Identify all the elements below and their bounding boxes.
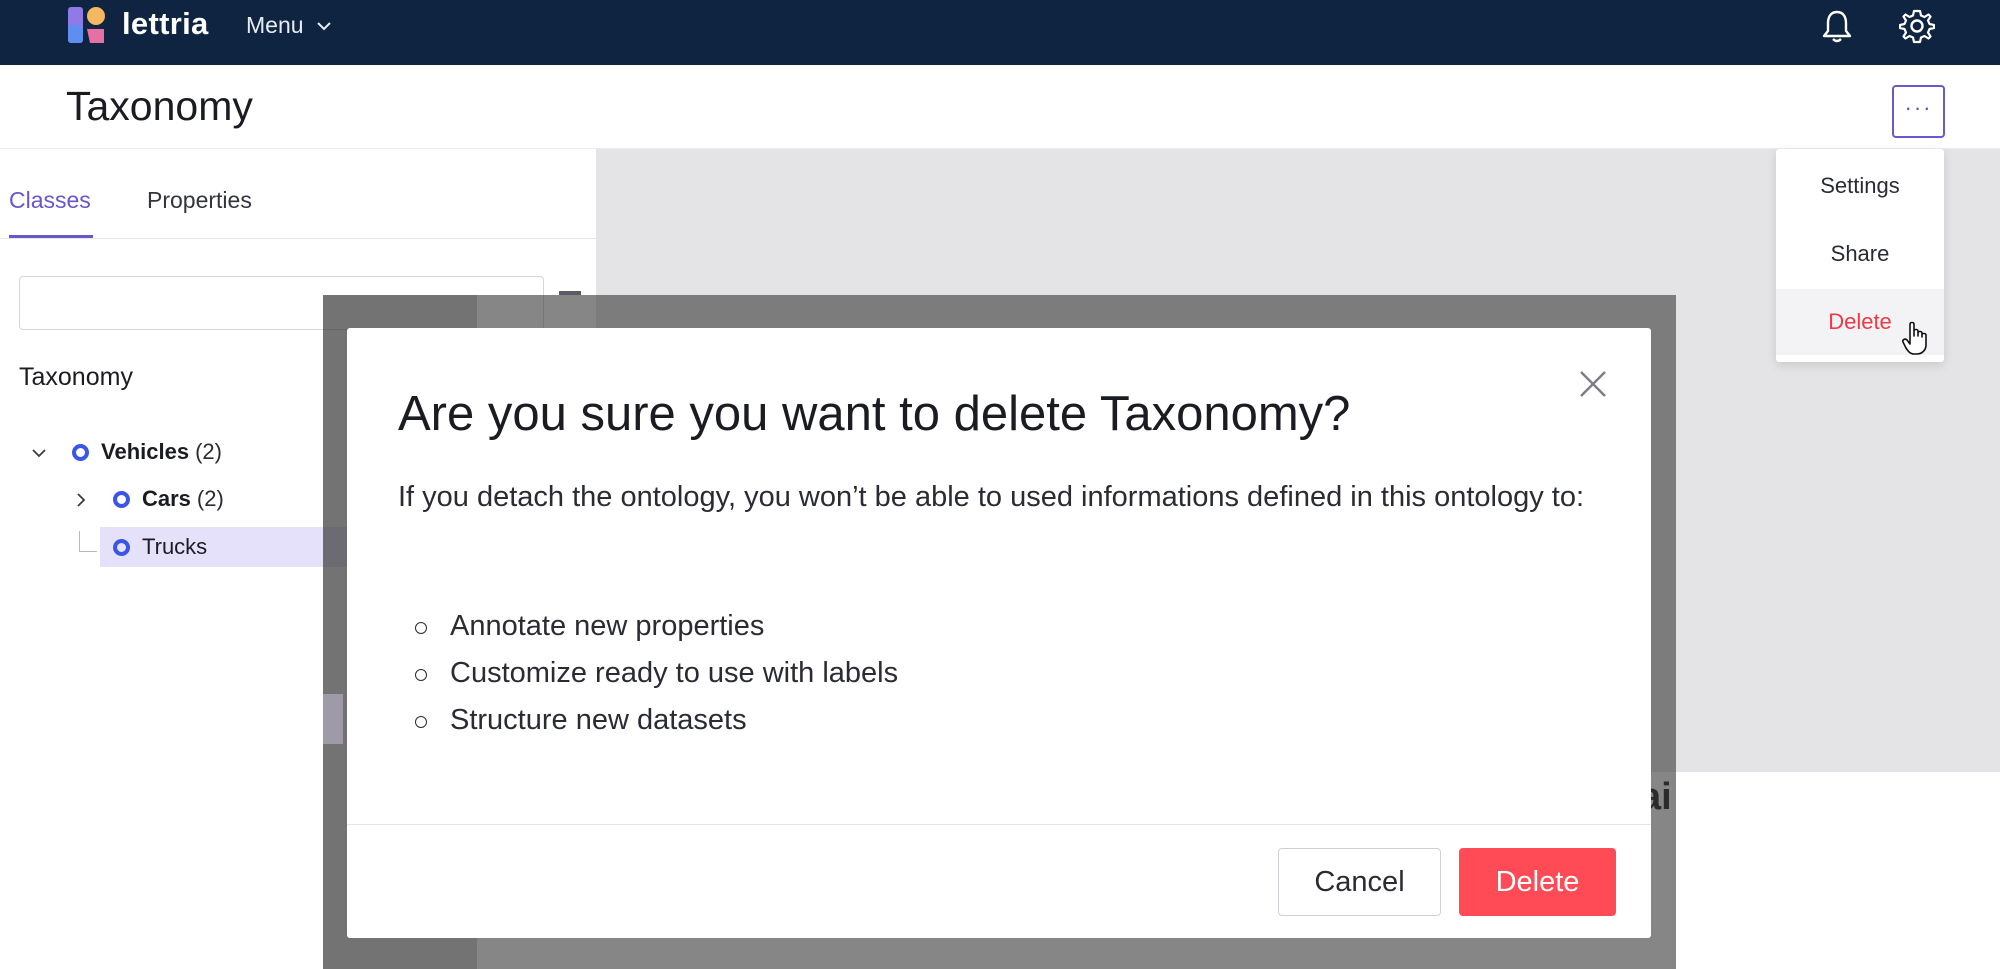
gear-icon[interactable]	[1899, 8, 1935, 44]
tree-node-count: (2)	[196, 486, 224, 511]
tree-node-label: Trucks	[142, 534, 208, 559]
class-node-icon	[113, 490, 130, 508]
dialog-divider	[347, 824, 1651, 825]
tree-connector	[79, 551, 97, 552]
list-item: Structure new datasets	[398, 697, 898, 744]
ellipsis-icon: ···	[1904, 94, 1933, 120]
tree-node-trucks[interactable]: Trucks	[113, 528, 207, 566]
chevron-down-icon	[316, 21, 331, 30]
list-item: Customize ready to use with labels	[398, 650, 898, 697]
logo-icon[interactable]	[66, 5, 106, 45]
tree-connector	[79, 531, 80, 551]
menu-item-share[interactable]: Share	[1776, 221, 1944, 287]
tab-properties[interactable]: Properties	[147, 187, 252, 214]
close-icon[interactable]	[1577, 368, 1609, 400]
class-node-icon	[113, 538, 130, 556]
tab-bar: Classes Properties	[0, 149, 596, 239]
active-tab-indicator	[9, 235, 93, 238]
tree-node-cars[interactable]: Cars (2)	[113, 480, 224, 518]
chevron-right-icon[interactable]	[72, 491, 90, 509]
list-item: Annotate new properties	[398, 603, 898, 650]
page-header: Taxonomy ···	[0, 65, 2000, 149]
tree-node-vehicles[interactable]: Vehicles (2)	[72, 433, 222, 471]
class-node-icon	[72, 443, 89, 461]
tree-node-label: Vehicles	[101, 439, 190, 464]
page-title: Taxonomy	[66, 83, 253, 129]
brand-name[interactable]: lettria	[122, 6, 209, 42]
menu-button[interactable]: Menu	[246, 12, 332, 39]
cancel-button[interactable]: Cancel	[1278, 848, 1441, 916]
bell-icon[interactable]	[1820, 8, 1854, 44]
delete-confirm-dialog: Are you sure you want to delete Taxonomy…	[347, 328, 1651, 938]
more-options-button[interactable]: ···	[1892, 85, 1945, 138]
hand-cursor-icon	[1902, 321, 1927, 355]
menu-label: Menu	[246, 12, 304, 38]
tab-classes[interactable]: Classes	[9, 187, 91, 214]
menu-item-settings[interactable]: Settings	[1776, 153, 1944, 219]
confirm-delete-button[interactable]: Delete	[1459, 848, 1616, 916]
consequence-list: Annotate new properties Customize ready …	[398, 603, 898, 744]
tree-node-label: Cars	[142, 486, 191, 511]
dialog-title: Are you sure you want to delete Taxonomy…	[398, 387, 1351, 441]
tree-title: Taxonomy	[19, 363, 133, 391]
tree-node-count: (2)	[195, 439, 222, 464]
background-panel-fragment	[323, 694, 343, 744]
chevron-down-icon[interactable]	[30, 444, 48, 462]
top-nav: lettria Menu	[0, 0, 2000, 65]
dialog-message: If you detach the ontology, you won’t be…	[398, 481, 1585, 513]
